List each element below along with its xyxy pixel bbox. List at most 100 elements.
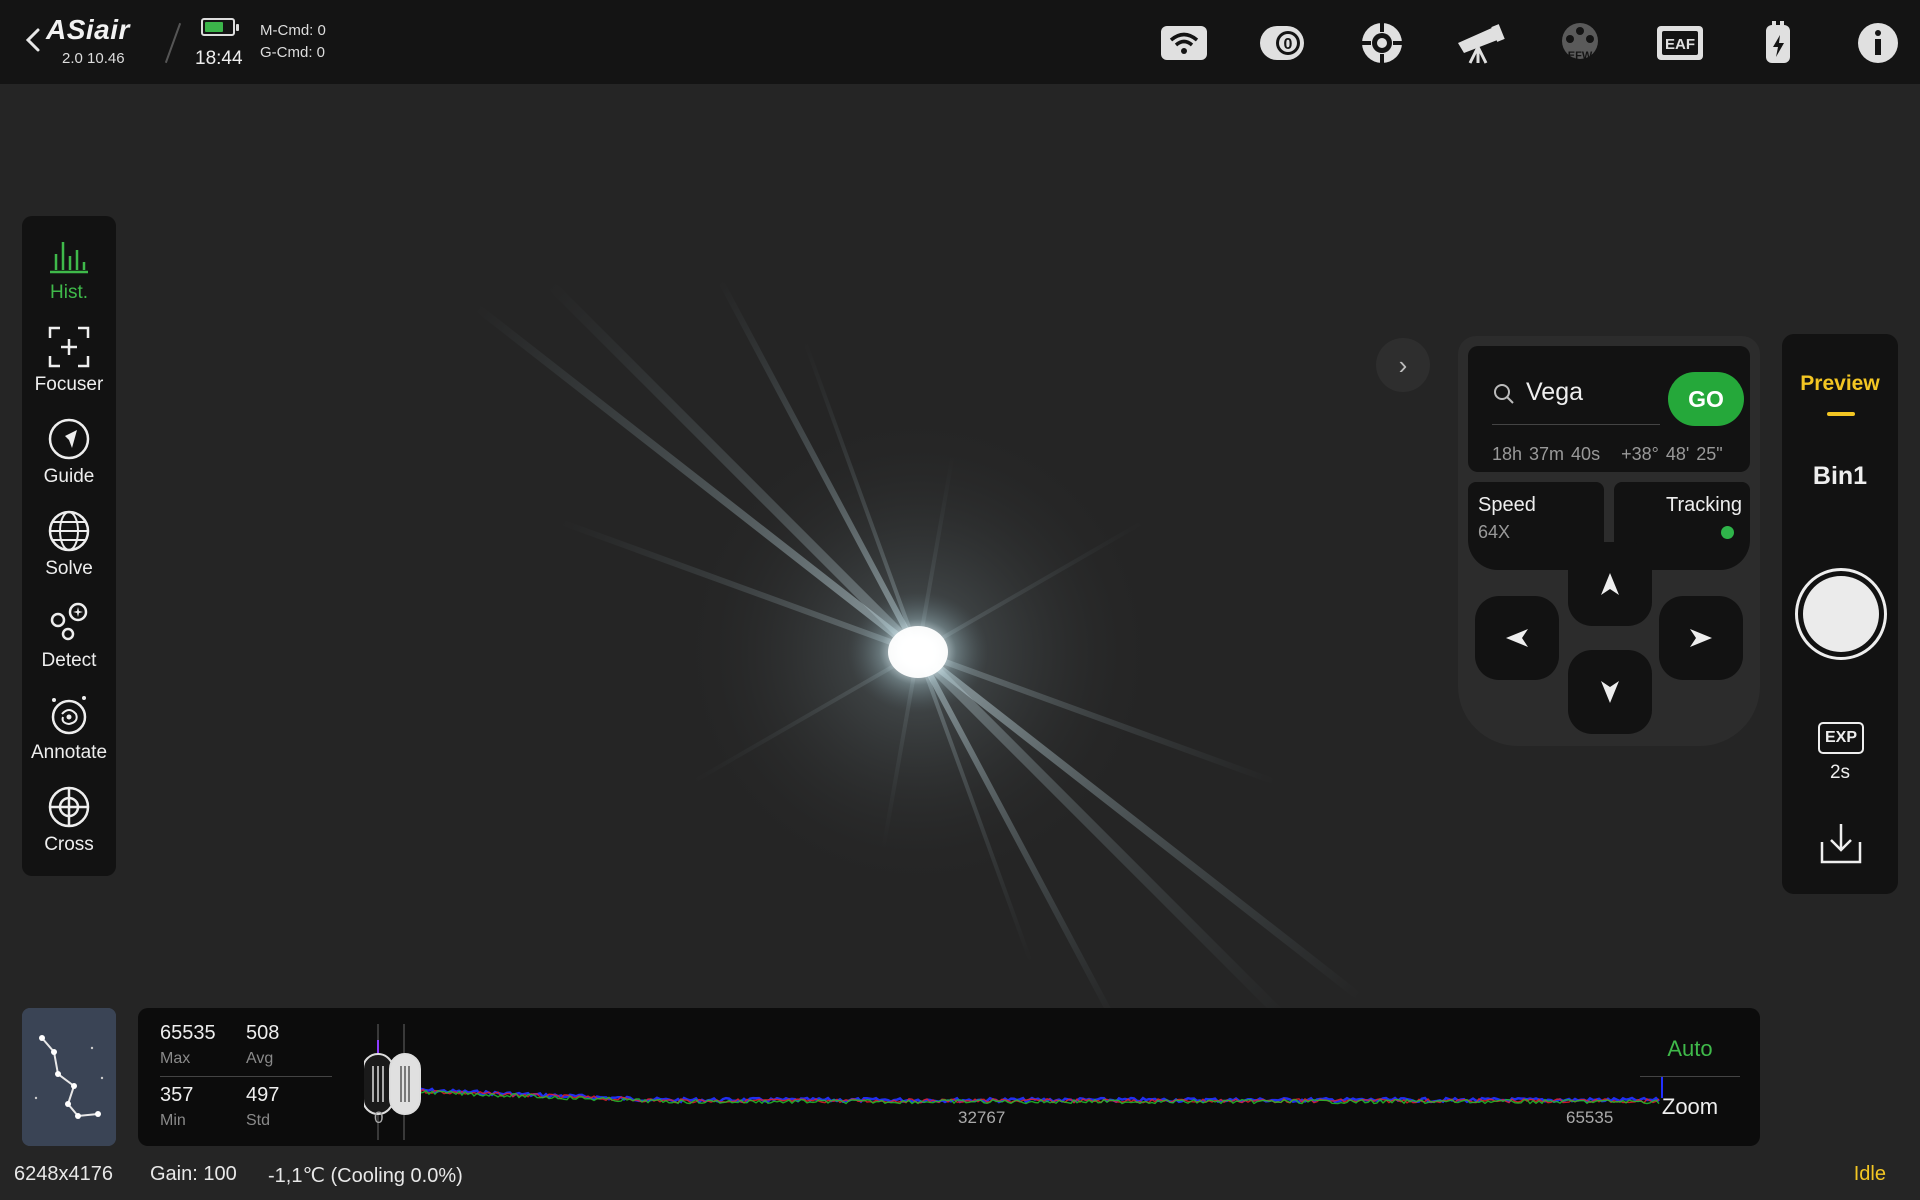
stat-std-label: Std <box>246 1112 271 1129</box>
shutter-button[interactable] <box>1795 568 1887 660</box>
speed-label: Speed <box>1478 494 1536 516</box>
constellation-icon <box>22 1008 116 1146</box>
guide-camera-icon[interactable] <box>1356 20 1408 66</box>
arrow-up-icon <box>1601 573 1619 595</box>
image-resolution: 6248x4176 <box>14 1163 113 1185</box>
download-icon[interactable] <box>1818 820 1864 866</box>
target-coordinates: 18h 37m 40s +38° 48' 25" <box>1492 444 1723 465</box>
tool-label: Guide <box>43 466 95 487</box>
app-logo: ASiair <box>46 14 130 45</box>
bin-selector[interactable]: Bin1 <box>1782 462 1898 491</box>
battery-level <box>205 22 223 32</box>
status-bar: 6248x4176 Gain: 100 -1,1℃ (Cooling 0.0%)… <box>0 1160 1920 1200</box>
preview-mode-tab[interactable]: Preview <box>1782 372 1898 396</box>
arrow-right-icon <box>1690 629 1712 647</box>
button-divider <box>1640 1076 1740 1077</box>
black-point-handle[interactable] <box>364 1053 394 1115</box>
camera-state: Idle <box>1853 1163 1886 1185</box>
stat-max-label: Max <box>160 1050 191 1067</box>
hist-axis-min: 0 <box>374 1108 384 1127</box>
battery-icon <box>201 18 239 36</box>
search-icon <box>1494 384 1514 404</box>
asiair-preview-screen: { "app": { "logo": "ASiair", "version": … <box>0 0 1920 1200</box>
stat-min-label: Min <box>160 1112 186 1129</box>
eaf-icon[interactable]: EAF <box>1654 20 1706 66</box>
move-left-button[interactable] <box>1475 596 1559 680</box>
auto-stretch-button[interactable]: Auto <box>1638 1036 1742 1062</box>
chevron-right-icon: › <box>1398 349 1408 380</box>
tool-label: Hist. <box>50 282 88 303</box>
tool-histogram[interactable]: Hist. <box>22 228 116 318</box>
tool-solve[interactable]: Solve <box>22 504 116 594</box>
info-icon[interactable] <box>1852 20 1904 66</box>
camera-icon[interactable]: 0 <box>1256 20 1308 66</box>
collapse-panel-button[interactable]: › <box>1376 338 1430 392</box>
move-down-button[interactable] <box>1568 650 1652 734</box>
tool-label: Detect <box>41 650 97 671</box>
divider <box>164 22 182 64</box>
arrow-down-icon <box>1601 681 1619 703</box>
hist-axis-max: 65535 <box>1566 1108 1614 1127</box>
efw-icon[interactable]: EFW <box>1554 20 1606 66</box>
camera-gain: Gain: 100 <box>150 1163 237 1185</box>
arrow-left-icon <box>1506 629 1528 647</box>
back-icon[interactable] <box>18 22 48 58</box>
tool-label: Annotate <box>30 742 108 763</box>
exposure-value: 2s <box>1829 762 1851 783</box>
stat-divider <box>160 1076 332 1077</box>
left-toolbar: Hist. Focuser Guide Solve Detect Annotat… <box>22 216 116 876</box>
guide-icon <box>48 418 90 460</box>
detect-icon <box>50 602 88 641</box>
target-dec: +38° 48' 25" <box>1621 444 1723 464</box>
input-underline <box>1492 424 1660 425</box>
white-point-handle[interactable] <box>389 1053 421 1115</box>
speed-value: 64X <box>1478 522 1511 542</box>
crosshair-icon <box>48 786 90 828</box>
constellation-thumbnail[interactable] <box>22 1008 116 1146</box>
tool-label: Solve <box>45 558 93 579</box>
power-bank-icon[interactable] <box>1752 20 1804 66</box>
capture-panel: Preview Bin1 EXP 2s <box>1782 334 1898 894</box>
top-bar: ASiair 2.0 10.46 18:44 M-Cmd: 0 G-Cmd: 0… <box>0 0 1920 84</box>
target-input[interactable]: Vega <box>1526 378 1583 407</box>
stat-avg-label: Avg <box>246 1050 274 1067</box>
app-version: 2.0 10.46 <box>62 50 125 67</box>
stat-min-value: 357 <box>160 1084 194 1106</box>
move-right-button[interactable] <box>1659 596 1743 680</box>
stat-std-value: 497 <box>246 1084 280 1106</box>
tool-detect[interactable]: Detect <box>22 596 116 686</box>
galaxy-icon <box>51 696 87 735</box>
exposure-icon[interactable]: EXP <box>1818 722 1864 754</box>
hist-axis-mid: 32767 <box>958 1108 1006 1127</box>
preview-tab-underline <box>1827 412 1855 416</box>
m-cmd-counter: M-Cmd: 0 <box>260 22 326 39</box>
tool-focuser[interactable]: Focuser <box>22 320 116 410</box>
tool-annotate[interactable]: Annotate <box>22 688 116 778</box>
target-search-box: Vega GO 18h 37m 40s +38° 48' 25" <box>1468 346 1750 472</box>
zoom-button[interactable]: Zoom <box>1638 1094 1742 1120</box>
target-ra: 18h 37m 40s <box>1492 444 1601 464</box>
tool-guide[interactable]: Guide <box>22 412 116 502</box>
tracking-status-dot <box>1721 526 1734 539</box>
histogram-icon <box>50 242 88 274</box>
g-cmd-counter: G-Cmd: 0 <box>260 44 326 61</box>
svg-text:EAF: EAF <box>1665 36 1695 53</box>
globe-icon <box>48 510 90 552</box>
sensor-temperature: -1,1℃ (Cooling 0.0%) <box>268 1165 463 1187</box>
clock: 18:44 <box>195 48 243 69</box>
goto-panel: Vega GO 18h 37m 40s +38° 48' 25" Speed 6… <box>1458 336 1760 746</box>
tool-label: Focuser <box>34 374 104 395</box>
telescope-icon[interactable] <box>1454 20 1506 66</box>
tool-label: Cross <box>44 834 94 855</box>
go-button[interactable]: GO <box>1668 372 1744 426</box>
move-up-button[interactable] <box>1568 542 1652 626</box>
focuser-icon <box>48 326 90 368</box>
histogram-panel: 65535 Max 508 Avg 357 Min 497 Std 0 3276… <box>138 1008 1760 1146</box>
stat-avg-value: 508 <box>246 1022 280 1044</box>
svg-text:0: 0 <box>1284 36 1293 53</box>
tracking-label: Tracking <box>1666 494 1742 516</box>
wifi-icon[interactable] <box>1158 20 1210 66</box>
stat-max-value: 65535 <box>160 1022 216 1044</box>
svg-text:EFW: EFW <box>1568 50 1593 62</box>
tool-cross[interactable]: Cross <box>22 780 116 870</box>
